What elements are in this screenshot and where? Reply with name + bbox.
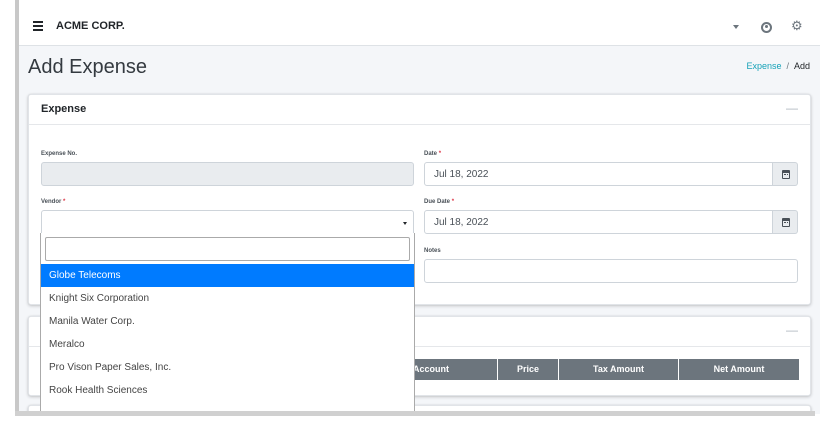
caret-down-icon[interactable] — [733, 25, 739, 29]
expense-card-header: Expense — — [29, 95, 810, 125]
vendor-label: Vendor * — [41, 199, 66, 205]
notes-label: Notes — [424, 248, 441, 254]
breadcrumb-current: Add — [793, 61, 810, 71]
vendor-option[interactable]: Meralco — [41, 333, 414, 356]
calendar-icon — [782, 218, 790, 227]
due-date-field[interactable]: Jul 18, 2022 — [424, 210, 773, 234]
breadcrumb: Expense / Add — [746, 61, 810, 71]
brand-name: ACME CORP. — [56, 20, 125, 32]
vendor-option[interactable]: Manila Water Corp. — [41, 310, 414, 333]
cogs-icon[interactable]: ⚙ — [791, 19, 803, 32]
expense-card-title: Expense — [41, 103, 87, 115]
vendor-option[interactable]: Rook Health Sciences — [41, 379, 414, 402]
menu-icon[interactable] — [33, 21, 43, 33]
frame-shadow — [15, 411, 815, 416]
column-net-amount: Net Amount — [679, 359, 800, 380]
vendor-dropdown: Globe Telecoms Knight Six Corporation Ma… — [40, 233, 415, 414]
expense-no-field — [41, 162, 414, 186]
page-title: Add Expense — [28, 56, 147, 78]
date-calendar-button[interactable] — [773, 162, 798, 186]
collapse-button[interactable]: — — [786, 323, 798, 337]
column-price: Price — [498, 359, 559, 380]
collapse-button[interactable]: — — [786, 101, 798, 115]
calendar-icon — [782, 170, 790, 179]
top-navbar: ACME CORP. ⚙ — [19, 0, 820, 46]
breadcrumb-link-expense[interactable]: Expense — [746, 61, 781, 71]
app-frame: ACME CORP. ⚙ Add Expense Expense / Add Exp… — [15, 0, 820, 414]
expense-no-label: Expense No. — [41, 151, 78, 157]
vendor-option[interactable]: Globe Telecoms — [41, 264, 414, 287]
due-date-calendar-button[interactable] — [773, 210, 798, 234]
user-icon[interactable] — [761, 22, 772, 33]
vendor-select[interactable] — [41, 210, 414, 234]
chevron-down-icon — [403, 222, 407, 225]
due-date-label: Due Date * — [424, 199, 455, 205]
breadcrumb-separator: / — [786, 61, 789, 71]
vendor-option[interactable]: Knight Six Corporation — [41, 287, 414, 310]
column-tax-amount: Tax Amount — [559, 359, 679, 380]
vendor-search-input[interactable] — [45, 237, 410, 261]
date-label: Date * — [424, 151, 442, 157]
vendor-option[interactable]: Pro Vison Paper Sales, Inc. — [41, 356, 414, 379]
date-field[interactable]: Jul 18, 2022 — [424, 162, 773, 186]
notes-field[interactable] — [424, 259, 798, 283]
